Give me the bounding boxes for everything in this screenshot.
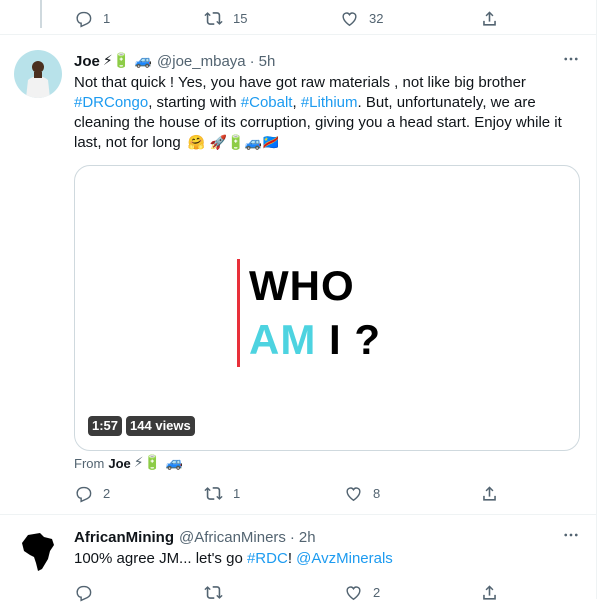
hashtag-link[interactable]: #DRCongo — [74, 94, 148, 111]
timestamp[interactable]: 5h — [259, 53, 276, 70]
video-title-rest: I ? — [316, 316, 381, 363]
more-icon — [562, 526, 580, 549]
top-tweet-actions: 1 15 32 — [74, 6, 514, 30]
handle[interactable]: @AfricanMiners — [179, 529, 286, 546]
accent-bar — [237, 259, 240, 367]
from-attribution: From Joe ⚡🔋 🚙 — [74, 455, 183, 471]
share-button[interactable] — [480, 580, 499, 604]
timestamp[interactable]: 2h — [299, 529, 316, 546]
text-segment: Not that quick ! Yes, you have got raw m… — [74, 74, 526, 91]
name-emojis: ⚡🔋 🚙 — [102, 53, 153, 69]
reply-button[interactable]: 2 — [74, 481, 110, 505]
tweet-actions: 2 — [74, 580, 514, 604]
display-name[interactable]: Joe — [74, 53, 100, 70]
separator-dot: · — [249, 52, 255, 70]
tweet-actions: 2 1 8 — [74, 481, 514, 505]
reply-button[interactable]: 1 — [74, 6, 110, 30]
timeline-border — [596, 0, 597, 599]
like-count: 32 — [369, 10, 384, 26]
like-count: 2 — [373, 584, 381, 600]
mention-link[interactable]: @AvzMinerals — [296, 550, 393, 567]
avatar[interactable] — [14, 527, 62, 575]
tweet-header: AfricanMining @AfricanMiners · 2h — [74, 527, 316, 547]
video-badges: 1:57 144 views — [88, 416, 195, 436]
video-title-accent: AM — [249, 316, 317, 363]
text-segment: ! — [287, 550, 297, 567]
handle[interactable]: @joe_mbaya — [157, 53, 246, 70]
retweet-icon — [204, 484, 223, 503]
display-name[interactable]: AfricanMining — [74, 529, 174, 546]
divider — [0, 514, 596, 515]
from-emojis: ⚡🔋 🚙 — [133, 455, 183, 471]
video-title-line2: AM I ? — [249, 316, 381, 364]
like-button[interactable]: 32 — [340, 6, 383, 30]
hashtag-link[interactable]: #RDC — [247, 550, 288, 567]
share-button[interactable] — [480, 481, 499, 505]
like-icon — [344, 484, 363, 503]
share-icon — [480, 484, 499, 503]
tweet-text: Not that quick ! Yes, you have got raw m… — [74, 73, 580, 153]
video-title-line1: WHO — [249, 262, 355, 309]
video-views: 144 views — [126, 416, 195, 436]
reply-count: 1 — [103, 10, 111, 26]
video-card[interactable]: WHO AM I ? 1:57 144 views — [74, 165, 580, 451]
retweet-button[interactable]: 1 — [204, 481, 240, 505]
tweet-header: Joe ⚡🔋 🚙 @joe_mbaya · 5h — [74, 51, 275, 71]
hashtag-link[interactable]: #Cobalt — [241, 94, 293, 111]
thread-line — [40, 0, 42, 28]
more-button[interactable] — [560, 527, 582, 547]
like-button[interactable]: 2 — [344, 580, 380, 604]
reply-count: 2 — [103, 485, 111, 501]
tweet-text: 100% agree JM... let's go #RDC! @AvzMine… — [74, 549, 580, 569]
hashtag-link[interactable]: #Lithium — [301, 94, 358, 111]
retweet-button[interactable]: 15 — [204, 6, 247, 30]
from-name[interactable]: Joe — [108, 456, 130, 471]
more-button[interactable] — [560, 51, 582, 71]
like-button[interactable]: 8 — [344, 481, 380, 505]
like-icon — [340, 9, 359, 28]
text-emojis: 🤗 🚀🔋🚙🇨🇩 — [187, 135, 280, 151]
reply-icon — [74, 9, 93, 28]
more-icon — [562, 50, 580, 73]
share-icon — [480, 9, 499, 28]
text-segment: 100% agree JM... let's go — [74, 550, 247, 567]
text-segment: , — [292, 94, 301, 111]
text-segment: , starting with — [148, 94, 241, 111]
from-label: From — [74, 455, 105, 471]
retweet-icon — [204, 9, 223, 28]
reply-button[interactable] — [74, 580, 103, 604]
separator-dot: · — [289, 528, 295, 546]
retweet-count: 1 — [233, 485, 241, 501]
retweet-count: 15 — [233, 10, 248, 26]
divider — [0, 34, 596, 35]
like-count: 8 — [373, 485, 381, 501]
reply-icon — [74, 484, 93, 503]
avatar[interactable] — [14, 50, 62, 98]
video-duration: 1:57 — [88, 416, 123, 436]
retweet-button[interactable] — [204, 580, 233, 604]
share-button[interactable] — [480, 6, 499, 30]
